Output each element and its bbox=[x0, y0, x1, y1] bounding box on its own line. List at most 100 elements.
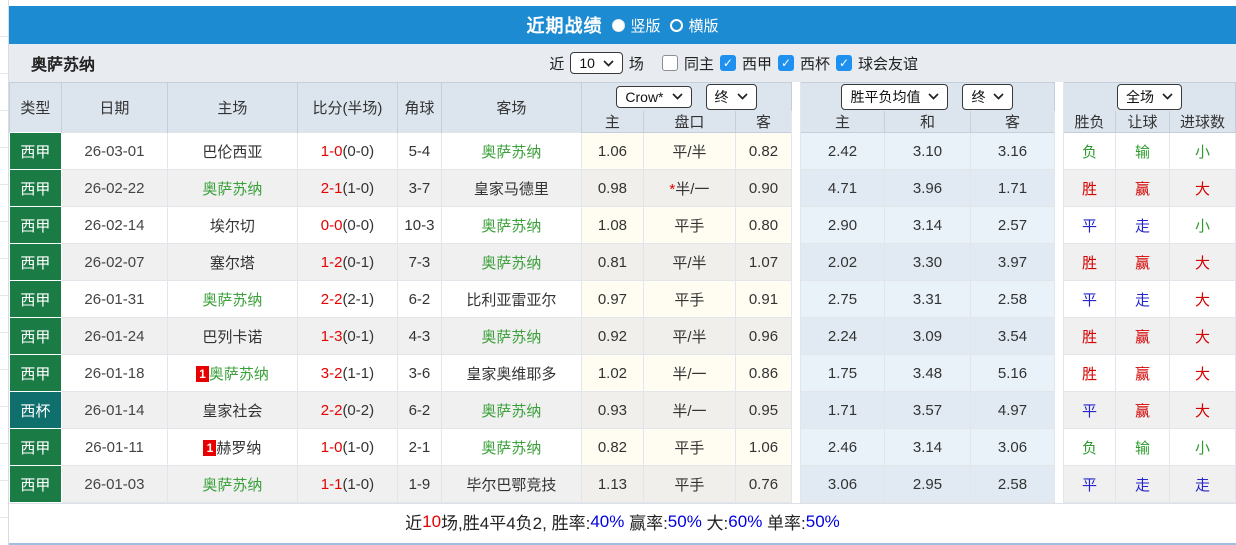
away-team[interactable]: 毕尔巴鄂竞技 bbox=[440, 465, 582, 503]
away-team[interactable]: 奥萨苏纳 bbox=[440, 206, 582, 244]
header-avg-draw: 和 bbox=[883, 110, 971, 133]
avg-source-value: 胜平负均值 bbox=[850, 88, 921, 105]
home-team[interactable]: 1 奥萨苏纳 bbox=[166, 354, 298, 392]
corner-score: 4-3 bbox=[396, 317, 442, 355]
layout-option-label: 横版 bbox=[688, 17, 719, 35]
column-spacer bbox=[1054, 206, 1064, 244]
friendly-checkbox[interactable]: ✓ bbox=[835, 55, 852, 71]
avg-away-odds: 3.16 bbox=[969, 132, 1056, 170]
odds-source-value: Crow* bbox=[625, 88, 664, 105]
table-row[interactable]: 西甲 26-01-24 巴列卡诺 1-3(0-1) 4-3 奥萨苏纳 0.92 … bbox=[8, 317, 1236, 355]
column-spacer bbox=[1054, 82, 1064, 133]
odds-home: 0.81 bbox=[580, 243, 644, 281]
odds-away: 0.96 bbox=[734, 317, 792, 355]
away-team[interactable]: 奥萨苏纳 bbox=[440, 317, 582, 355]
header-score: 比分(半场) bbox=[296, 82, 398, 133]
layout-option-vertical[interactable]: 竖版 bbox=[612, 15, 660, 36]
home-team[interactable]: 奥萨苏纳 bbox=[166, 465, 298, 503]
avg-draw-odds: 3.30 bbox=[883, 243, 971, 281]
odds-away: 0.80 bbox=[734, 206, 792, 244]
halftime-score: (0-1) bbox=[342, 327, 375, 345]
home-team[interactable]: 奥萨苏纳 bbox=[166, 280, 298, 318]
home-team[interactable]: 巴列卡诺 bbox=[166, 317, 298, 355]
table-row[interactable]: 西甲 26-01-03 奥萨苏纳 1-1(1-0) 1-9 毕尔巴鄂竞技 1.1… bbox=[8, 465, 1236, 503]
match-date: 26-01-14 bbox=[60, 391, 168, 429]
goals-verdict: 小 bbox=[1169, 428, 1236, 466]
league-type-badge: 西杯 bbox=[8, 391, 62, 429]
away-team[interactable]: 奥萨苏纳 bbox=[440, 428, 582, 466]
laliga-checkbox[interactable]: ✓ bbox=[719, 55, 736, 71]
score-halftime: 2-2(2-1) bbox=[296, 280, 398, 318]
avg-away-odds: 5.16 bbox=[969, 354, 1056, 392]
team-name-text: 奥萨苏纳 bbox=[481, 254, 542, 272]
recent-count-select[interactable]: 10 bbox=[570, 52, 623, 74]
table-row[interactable]: 西甲 26-02-07 塞尔塔 1-2(0-1) 7-3 奥萨苏纳 0.81 平… bbox=[8, 243, 1236, 281]
avg-draw-odds: 3.48 bbox=[883, 354, 971, 392]
home-team[interactable]: 巴伦西亚 bbox=[166, 132, 298, 170]
away-team[interactable]: 皇家奥维耶多 bbox=[440, 354, 582, 392]
team-name-text: 巴列卡诺 bbox=[202, 328, 263, 346]
team-name-text: 奥萨苏纳 bbox=[481, 439, 542, 457]
radio-unselected-icon[interactable] bbox=[670, 18, 684, 32]
odds-home: 0.82 bbox=[580, 428, 644, 466]
avg-home-odds: 1.71 bbox=[799, 391, 885, 429]
chevron-down-icon bbox=[928, 93, 940, 100]
table-row[interactable]: 西杯 26-01-14 皇家社会 2-2(0-2) 6-2 奥萨苏纳 0.93 … bbox=[8, 391, 1236, 429]
home-team[interactable]: 皇家社会 bbox=[166, 391, 298, 429]
home-team[interactable]: 奥萨苏纳 bbox=[166, 169, 298, 207]
table-row[interactable]: 西甲 26-03-01 巴伦西亚 1-0(0-0) 5-4 奥萨苏纳 1.06 … bbox=[8, 132, 1236, 170]
away-team[interactable]: 奥萨苏纳 bbox=[440, 243, 582, 281]
team-name-text: 奥萨苏纳 bbox=[481, 217, 542, 235]
team-name-text: 奥萨苏纳 bbox=[202, 476, 263, 494]
same-home-checkbox[interactable] bbox=[661, 55, 678, 71]
table-row[interactable]: 西甲 26-02-22 奥萨苏纳 2-1(1-0) 3-7 皇家马德里 0.98… bbox=[8, 169, 1236, 207]
corner-score: 6-2 bbox=[396, 280, 442, 318]
handicap-line: 半/一 bbox=[642, 354, 736, 392]
column-spacer bbox=[790, 354, 801, 392]
table-row[interactable]: 西甲 26-01-11 1 赫罗纳 1-0(1-0) 2-1 奥萨苏纳 0.82 … bbox=[8, 428, 1236, 466]
header-home: 主场 bbox=[166, 82, 298, 133]
home-team[interactable]: 1 赫罗纳 bbox=[166, 428, 298, 466]
panel-title: 近期战绩 bbox=[526, 16, 603, 36]
halftime-score: (1-0) bbox=[342, 179, 375, 197]
table-row[interactable]: 西甲 26-01-18 1 奥萨苏纳 3-2(1-1) 3-6 皇家奥维耶多 1.… bbox=[8, 354, 1236, 392]
scope-select[interactable]: 全场 bbox=[1117, 83, 1182, 110]
result-verdict: 胜 bbox=[1063, 354, 1116, 392]
away-team[interactable]: 奥萨苏纳 bbox=[440, 132, 582, 170]
table-row[interactable]: 西甲 26-02-14 埃尔切 0-0(0-0) 10-3 奥萨苏纳 1.08 … bbox=[8, 206, 1236, 244]
halftime-score: (1-0) bbox=[342, 438, 375, 456]
recent-prefix-label: 近 bbox=[549, 55, 565, 73]
scope-header: 全场 bbox=[1063, 82, 1236, 111]
results-body: 西甲 26-03-01 巴伦西亚 1-0(0-0) 5-4 奥萨苏纳 1.06 … bbox=[8, 132, 1236, 503]
match-date: 26-01-03 bbox=[60, 465, 168, 503]
same-home-label: 同主 bbox=[683, 55, 714, 73]
away-team[interactable]: 奥萨苏纳 bbox=[440, 391, 582, 429]
league-type-badge: 西甲 bbox=[8, 132, 62, 170]
handicap-line: 平/半 bbox=[642, 132, 736, 170]
radio-selected-icon[interactable] bbox=[612, 18, 626, 32]
home-team[interactable]: 塞尔塔 bbox=[166, 243, 298, 281]
home-team[interactable]: 埃尔切 bbox=[166, 206, 298, 244]
league-type-badge: 西甲 bbox=[8, 206, 62, 244]
away-team[interactable]: 皇家马德里 bbox=[440, 169, 582, 207]
odds-source-select[interactable]: Crow* bbox=[616, 85, 692, 108]
odds-time-select[interactable]: 终 bbox=[705, 83, 757, 110]
away-team[interactable]: 比利亚雷亚尔 bbox=[440, 280, 582, 318]
team-name-text: 巴伦西亚 bbox=[202, 143, 263, 161]
team-name-text: 皇家社会 bbox=[202, 402, 263, 420]
handicap-line: 平/半 bbox=[642, 243, 736, 281]
copa-checkbox[interactable]: ✓ bbox=[777, 55, 794, 71]
red-card-badge: 1 bbox=[203, 439, 217, 456]
handicap-verdict: 走 bbox=[1115, 206, 1170, 244]
avg-home-odds: 1.75 bbox=[799, 354, 885, 392]
header-odds-away: 客 bbox=[734, 110, 792, 133]
layout-option-horizontal[interactable]: 横版 bbox=[670, 15, 718, 36]
avg-time-select[interactable]: 终 bbox=[962, 83, 1014, 110]
avg-draw-odds: 3.31 bbox=[883, 280, 971, 318]
header-date: 日期 bbox=[60, 82, 168, 133]
avg-source-select[interactable]: 胜平负均值 bbox=[841, 83, 949, 110]
header-odds-home: 主 bbox=[580, 110, 644, 133]
summary-segment: 40% bbox=[590, 511, 625, 531]
table-row[interactable]: 西甲 26-01-31 奥萨苏纳 2-2(2-1) 6-2 比利亚雷亚尔 0.9… bbox=[8, 280, 1236, 318]
fulltime-score: 1-1 bbox=[320, 475, 343, 493]
